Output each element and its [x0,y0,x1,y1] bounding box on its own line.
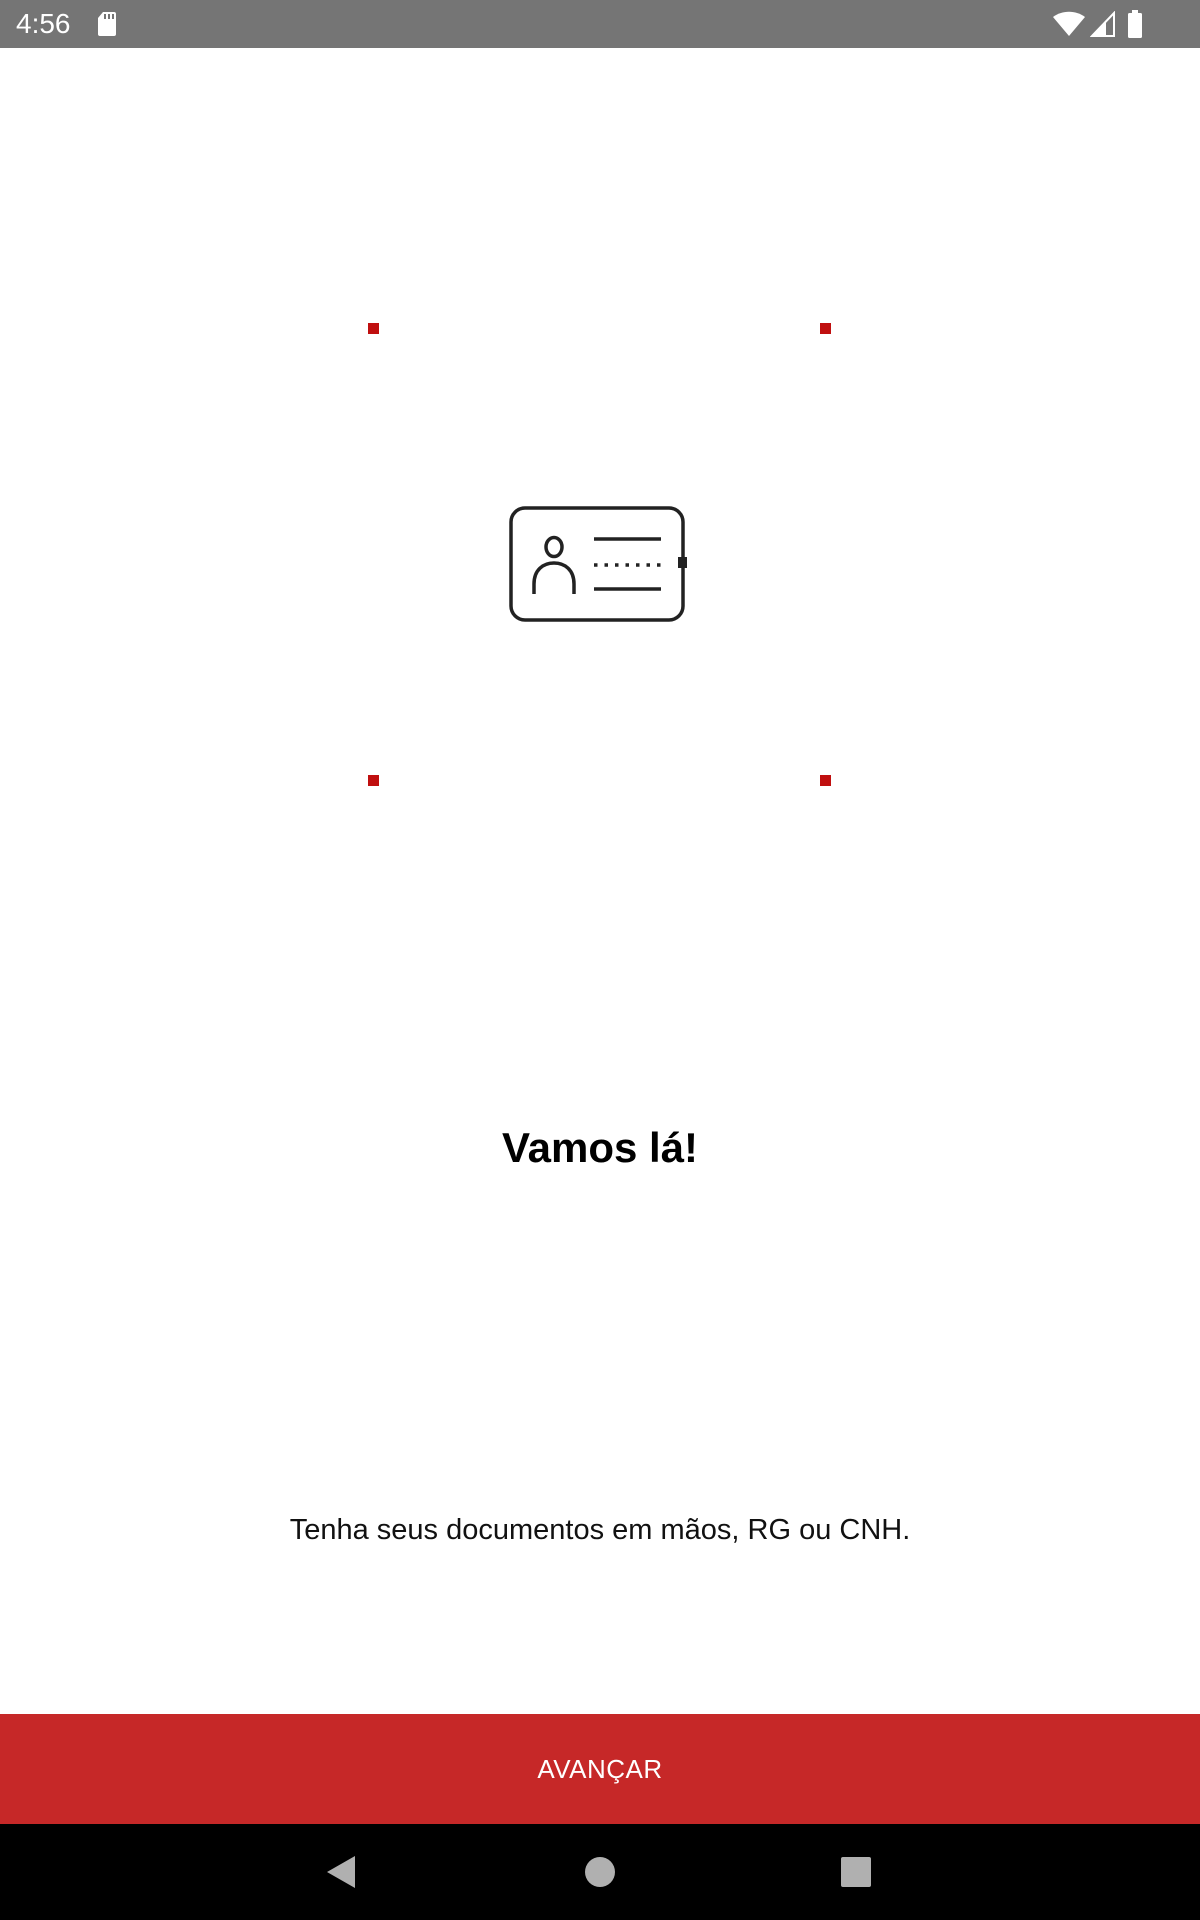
status-bar: 4:56 [0,0,1200,48]
back-icon[interactable] [325,1855,357,1889]
wifi-icon [1053,11,1085,36]
sd-card-icon [98,12,116,36]
signal-icon [1090,11,1115,37]
screen: 4:56 Vamos lá! Tenha seus documentos em … [0,0,1200,1920]
status-time: 4:56 [16,8,71,39]
home-icon[interactable] [584,1856,616,1888]
page-subtitle: Tenha seus documentos em mãos, RG ou CNH… [289,1514,911,1546]
frame-corner-bottom-left [368,775,379,786]
frame-corner-top-left [368,323,379,334]
frame-corner-top-right [820,323,831,334]
recents-icon[interactable] [840,1856,872,1888]
frame-corner-bottom-right [820,775,831,786]
id-card-icon [509,506,687,622]
page-title: Vamos lá! [501,1124,699,1171]
advance-button[interactable]: AVANÇAR [0,1714,1200,1824]
battery-icon [1128,10,1142,38]
